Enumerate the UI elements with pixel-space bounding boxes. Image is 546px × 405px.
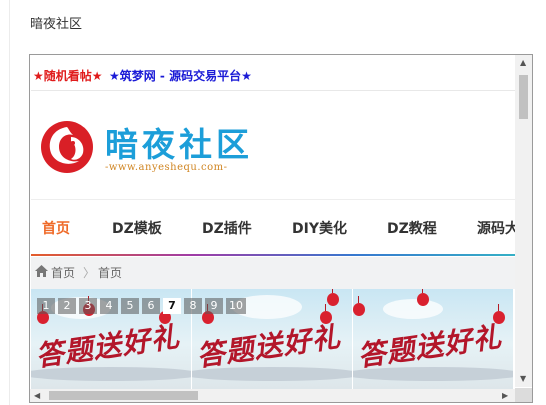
pager-button-5[interactable]: 5 [121,298,139,314]
main-nav [31,200,515,256]
embedded-site-frame[interactable]: ★随机看帖★ ★筑梦网 - 源码交易平台★ 暗夜社区 -www.anyesheq… [29,54,533,403]
banner-calligraphy: 答题送好礼 [355,320,504,373]
horizontal-scrollbar[interactable]: ◀ ▶ [30,389,515,402]
nav-gradient-divider [31,254,515,256]
source-market-link[interactable]: ★筑梦网 - 源码交易平台★ [109,67,252,84]
nav-item-dz-plugins[interactable]: DZ插件 [202,218,252,238]
site-logo-title[interactable]: 暗夜社区 [105,118,253,166]
slider-banner-3[interactable]: 答题送好礼 [353,289,513,389]
dragon-logo-icon[interactable] [39,119,95,175]
random-post-link[interactable]: ★随机看帖★ [33,67,103,84]
scroll-down-arrow-icon[interactable]: ▼ [520,375,526,383]
pager-button-7[interactable]: 7 [163,298,181,314]
breadcrumb-home-link[interactable]: 首页 [51,264,75,281]
vertical-scrollbar[interactable]: ▲ ▼ [515,55,532,387]
breadcrumb-separator: 〉 [83,266,96,280]
home-icon[interactable] [35,265,48,277]
pager-button-1[interactable]: 1 [37,298,55,314]
nav-item-dz-templates[interactable]: DZ模板 [112,218,162,238]
pager-button-6[interactable]: 6 [142,298,160,314]
site-header: 暗夜社区 -www.anyeshequ.com- [31,91,515,200]
scroll-up-arrow-icon[interactable]: ▲ [520,59,526,67]
top-link-bar: ★随机看帖★ ★筑梦网 - 源码交易平台★ [31,56,515,91]
pager-button-9[interactable]: 9 [205,298,223,314]
banner-calligraphy: 答题送好礼 [194,320,343,373]
pager-button-2[interactable]: 2 [58,298,76,314]
nav-item-source-code[interactable]: 源码大 [477,218,515,238]
banner-calligraphy: 答题送好礼 [33,320,182,373]
breadcrumb-current[interactable]: 首页 [98,264,122,281]
nav-item-home[interactable]: 首页 [42,218,70,238]
left-divider [9,0,10,405]
site-logo-url: -www.anyeshequ.com- [105,162,228,173]
horizontal-scroll-thumb[interactable] [49,391,198,400]
frame-viewport: ★随机看帖★ ★筑梦网 - 源码交易平台★ 暗夜社区 -www.anyesheq… [31,56,515,389]
scroll-right-arrow-icon[interactable]: ▶ [502,392,508,400]
pager-button-4[interactable]: 4 [100,298,118,314]
pager-button-3[interactable]: 3 [79,298,97,314]
nav-item-diy-beautify[interactable]: DIY美化 [292,218,347,238]
scroll-left-arrow-icon[interactable]: ◀ [34,392,40,400]
page-title: 暗夜社区 [30,17,83,32]
nav-item-dz-tutorials[interactable]: DZ教程 [387,218,437,238]
scrollbar-corner [515,388,532,402]
pager-button-8[interactable]: 8 [184,298,202,314]
pager-button-10[interactable]: 10 [226,298,246,314]
vertical-scroll-thumb[interactable] [519,75,528,119]
